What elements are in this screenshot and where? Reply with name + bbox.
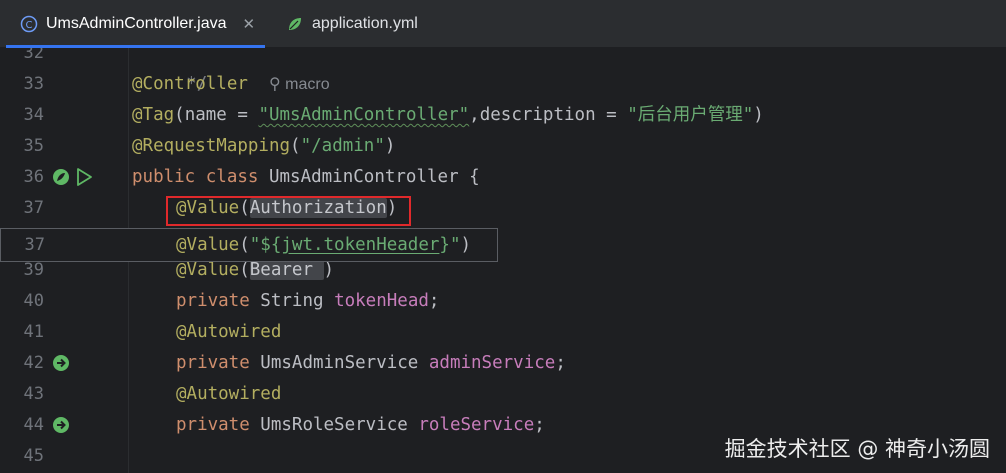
user-icon: ⚲ xyxy=(268,76,281,93)
code-line-43: @Autowired xyxy=(176,384,282,404)
svg-text:C: C xyxy=(26,20,33,31)
run-gutter-icon[interactable] xyxy=(75,167,93,191)
code-line-41: @Autowired xyxy=(176,322,282,342)
line-number: 41 xyxy=(23,322,44,342)
code-line-34: @Tag(name = "UmsAdminController",descrip… xyxy=(132,105,764,125)
tab-application-yml[interactable]: application.yml xyxy=(286,0,418,48)
line-number: 34 xyxy=(23,105,44,125)
line-number: 42 xyxy=(23,353,44,373)
line-number: 35 xyxy=(23,136,44,156)
line-number: 36 xyxy=(23,167,44,187)
code-line-42: private UmsAdminService adminService; xyxy=(176,353,566,373)
code-line-33: @Controller ⚲ macro xyxy=(132,74,330,94)
peek-line-popup[interactable]: 37 @Value("${jwt.tokenHeader}") xyxy=(0,228,498,262)
code-line-44: private UmsRoleService roleService; xyxy=(176,415,545,435)
author-inlay-hint[interactable]: ⚲ macro xyxy=(269,76,330,93)
spring-bean-icon[interactable] xyxy=(52,168,70,190)
code-line-32: */ xyxy=(186,74,208,94)
line-number: 45 xyxy=(23,446,44,466)
highlight-box xyxy=(166,196,411,226)
watermark: 掘金技术社区 @ 神奇小汤圆 xyxy=(724,437,990,461)
property-link[interactable]: jwt.tokenHeader xyxy=(281,235,439,255)
popup-code-line: @Value("${jwt.tokenHeader}") xyxy=(176,235,472,255)
folded-value[interactable]: Bearer xyxy=(249,260,324,280)
code-editor[interactable]: 32 33 34 35 36 37 39 40 41 42 43 44 45 *… xyxy=(0,48,1006,473)
code-line-40: private String tokenHead; xyxy=(176,291,440,311)
editor-tab-bar: C UmsAdminController.java ✕ application.… xyxy=(0,0,1006,48)
close-tab-icon[interactable]: ✕ xyxy=(243,15,256,33)
code-line-36: public class UmsAdminController { xyxy=(132,167,480,187)
navigate-to-bean-icon[interactable] xyxy=(52,354,70,376)
line-number: 37 xyxy=(23,198,44,218)
class-c-icon: C xyxy=(20,15,38,33)
tab-ums-admin-controller[interactable]: C UmsAdminController.java ✕ xyxy=(6,0,266,48)
line-number: 37 xyxy=(24,235,45,255)
line-number: 33 xyxy=(23,74,44,94)
tab-label: application.yml xyxy=(312,15,418,32)
tab-label: UmsAdminController.java xyxy=(46,15,227,32)
code-line-35: @RequestMapping("/admin") xyxy=(132,136,396,156)
spring-leaf-icon xyxy=(286,15,304,33)
line-number: 44 xyxy=(23,415,44,435)
line-number: 32 xyxy=(23,48,44,63)
line-number: 43 xyxy=(23,384,44,404)
line-number: 40 xyxy=(23,291,44,311)
navigate-to-bean-icon[interactable] xyxy=(52,416,70,438)
